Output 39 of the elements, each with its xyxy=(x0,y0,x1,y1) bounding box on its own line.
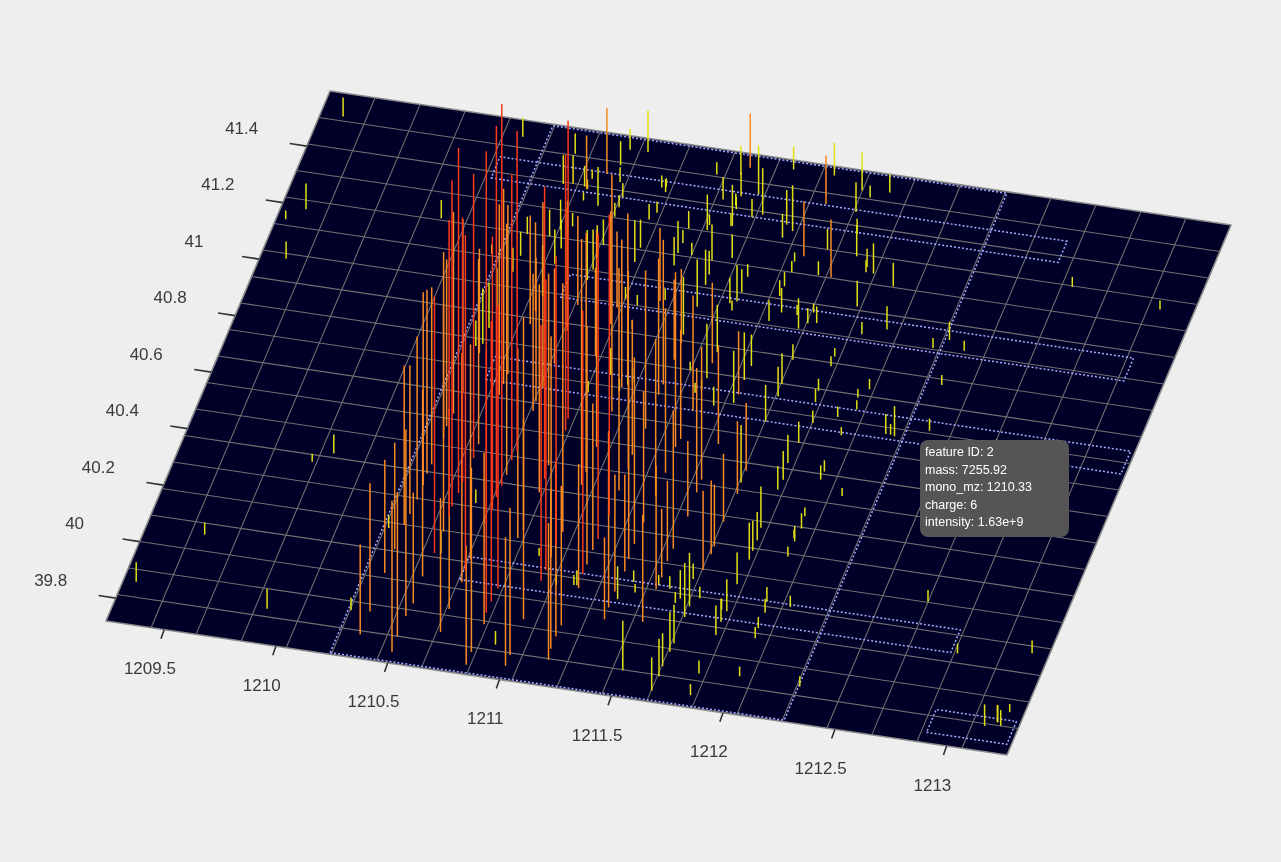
tick-label: 1209.5 xyxy=(123,659,176,679)
tick-mark xyxy=(719,711,724,723)
tooltip-text: mono_mz: 1210.33 xyxy=(925,479,1033,497)
tick-label: 1213 xyxy=(913,775,952,795)
tick-label: 39.8 xyxy=(34,570,68,590)
tick-label: 40.6 xyxy=(129,344,163,364)
tick-mark xyxy=(271,645,277,657)
tick-label: 1211 xyxy=(467,709,504,728)
tick-mark xyxy=(217,312,236,317)
tick-label: 40.4 xyxy=(105,401,139,420)
tick-mark xyxy=(97,594,117,599)
tick-mark xyxy=(495,678,501,690)
tooltip-text: mass: 7255.92 xyxy=(925,461,1008,479)
tooltip-text: charge: 6 xyxy=(925,496,979,514)
tooltip-text: feature ID: 2 xyxy=(925,444,995,461)
tick-label: 1210.5 xyxy=(347,692,400,712)
tick-label: 1210 xyxy=(242,675,281,695)
tick-mark xyxy=(607,695,613,706)
tick-mark xyxy=(830,728,836,740)
tick-mark xyxy=(383,662,389,673)
tick-label: 40.2 xyxy=(81,457,115,477)
tick-label: 1212 xyxy=(690,742,728,762)
tick-mark xyxy=(265,199,284,204)
tick-mark xyxy=(145,481,165,486)
tick-label: 40 xyxy=(65,514,85,533)
tick-label: 41 xyxy=(184,231,204,251)
tick-mark xyxy=(288,142,308,147)
tick-mark xyxy=(942,745,948,756)
tick-label: 40.8 xyxy=(153,288,187,307)
tick-label: 41.4 xyxy=(225,118,259,138)
tick-mark xyxy=(121,538,141,543)
tick-label: 1212.5 xyxy=(794,758,847,778)
tooltip-text: intensity: 1.63e+9 xyxy=(925,514,1025,532)
tick-mark xyxy=(193,368,212,373)
tick-mark xyxy=(241,255,260,260)
tick-label: 41.2 xyxy=(201,175,235,194)
tick-mark xyxy=(160,628,165,640)
tick-label: 1211.5 xyxy=(571,725,623,745)
tick-mark xyxy=(169,425,189,430)
